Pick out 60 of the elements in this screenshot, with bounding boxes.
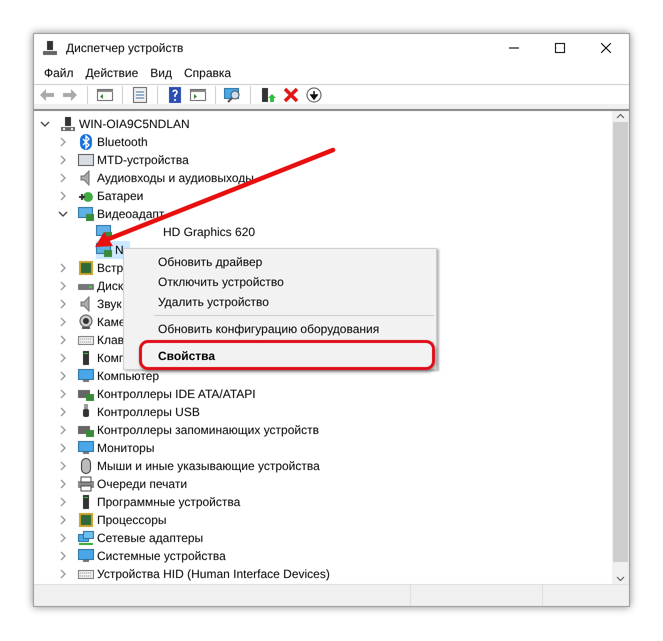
printer-icon	[78, 476, 94, 492]
chip-icon	[78, 260, 94, 276]
scroll-down-icon[interactable]	[616, 576, 625, 582]
tree-item[interactable]: WIN-OIA9C5NDLAN	[60, 115, 192, 133]
network-icon	[78, 530, 94, 546]
maximize-icon	[555, 42, 565, 52]
toolbar-button[interactable]	[305, 86, 323, 104]
tree-item[interactable]: Звук	[78, 295, 124, 313]
mouse-icon	[78, 458, 94, 474]
bluetooth-icon	[78, 134, 94, 150]
tree-item[interactable]: Мониторы	[78, 439, 156, 457]
monitor-search-icon	[224, 86, 242, 102]
toolbar-button[interactable]	[259, 86, 277, 104]
tree-item[interactable]: Устройства HID (Human Interface Devices)	[78, 565, 332, 583]
toolbar-button[interactable]	[224, 86, 242, 104]
menu-item[interactable]: Файл	[38, 66, 80, 80]
delete-x-icon	[283, 86, 299, 102]
tree-item[interactable]: MTD-устройства	[78, 151, 191, 169]
tree-item[interactable]: Сетевые адаптеры	[78, 529, 206, 547]
drive-icon	[78, 152, 94, 168]
monitor-icon	[78, 548, 94, 564]
tree-item[interactable]: Программные устройства	[78, 493, 242, 511]
close-icon	[601, 42, 611, 52]
tree-item[interactable]: Контроллеры USB	[78, 403, 202, 421]
tree-item[interactable]: Клав	[78, 331, 126, 349]
menu-item[interactable]: Свойства	[126, 346, 434, 366]
monitor-icon	[78, 440, 94, 456]
menu-item[interactable]: Обновить конфигурацию оборудования	[126, 319, 434, 339]
tree-item[interactable]: Контроллеры IDE ATA/ATAPI	[78, 385, 258, 403]
display-adapter-icon	[78, 206, 94, 222]
menu-item[interactable]: Удалить устройство	[126, 292, 434, 312]
tree-item[interactable]: Видеоадапт	[78, 205, 166, 223]
tree-item[interactable]: Процессоры	[78, 511, 168, 529]
tree-item[interactable]: Аудиовходы и аудиовыходы	[78, 169, 256, 187]
tree-item[interactable]: Мыши и иные указывающие устройства	[78, 457, 322, 475]
tree-item[interactable]: Контроллеры запоминающих устройств	[78, 421, 321, 439]
forward-arrow-icon	[62, 86, 78, 102]
monitor-icon	[78, 368, 94, 384]
tree-item[interactable]: Диск	[78, 277, 126, 295]
toolbar-button[interactable]	[166, 86, 184, 104]
display-adapter-icon	[96, 224, 112, 240]
chip-icon	[78, 512, 94, 528]
scrollbar[interactable]	[612, 111, 629, 584]
tree-item[interactable]: Системные устройства	[78, 547, 228, 565]
menu-item[interactable]: Отключить устройство	[126, 272, 434, 292]
computer-icon	[60, 116, 76, 132]
menu-item[interactable]: Действие	[80, 66, 144, 80]
scroll-up-icon[interactable]	[616, 113, 625, 119]
menu-item[interactable]: Вид	[144, 66, 178, 80]
tree-item[interactable]: Батареи	[78, 187, 146, 205]
tree-item[interactable]: Компьютер	[78, 367, 162, 385]
back-arrow-icon	[39, 86, 55, 102]
computer-icon	[42, 40, 58, 56]
tree-item[interactable]: Очереди печати	[78, 475, 190, 493]
tree-item[interactable]: Bluetooth	[78, 133, 150, 151]
update-driver-icon	[260, 86, 276, 102]
tree-item[interactable]: Встр	[78, 259, 126, 277]
window-title: Диспетчер устройств	[66, 40, 184, 54]
menu-item[interactable]: Справка	[178, 66, 238, 80]
webcam-icon	[78, 314, 94, 330]
